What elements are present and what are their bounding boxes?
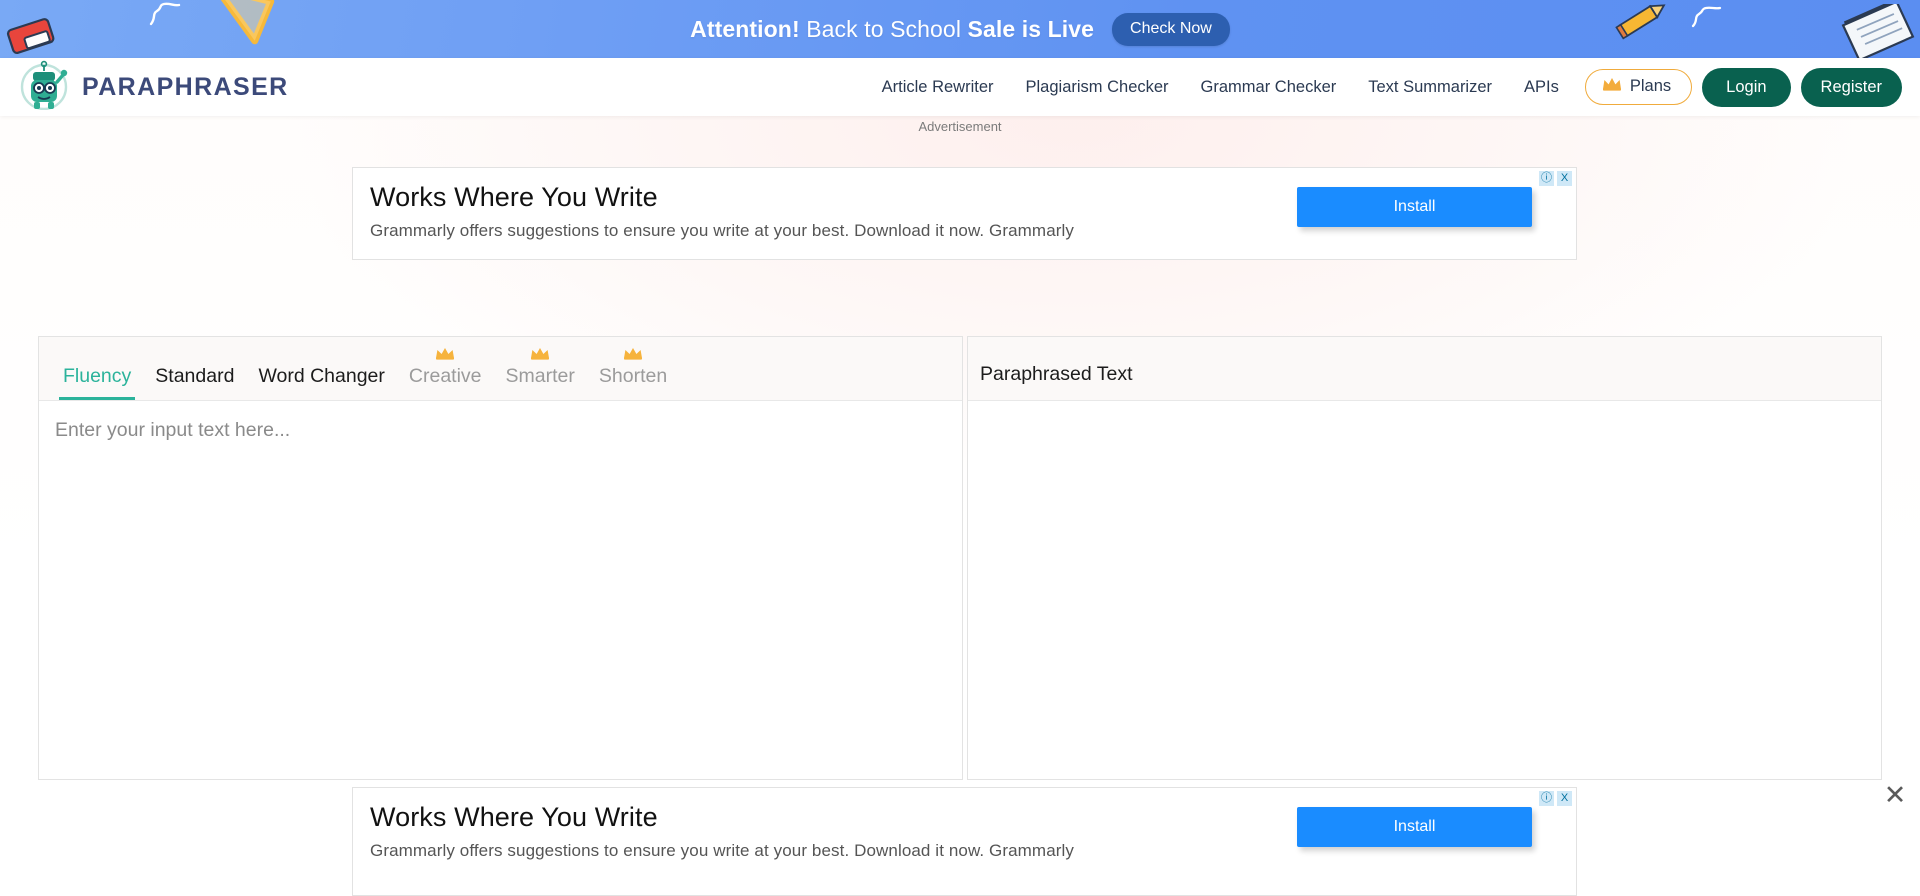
nav-item-article-rewriter[interactable]: Article Rewriter [866,58,1010,116]
plans-button[interactable]: Plans [1584,69,1693,105]
ad-badges: ⓘ X [1539,171,1572,186]
robot-mascot-icon [18,60,70,115]
tab-label: Fluency [63,364,132,387]
tab-shorten[interactable]: Shorten [587,347,679,401]
site-header: PARAPHRASER Article Rewriter Plagiarism … [0,58,1920,116]
tab-smarter[interactable]: Smarter [494,347,587,401]
ad-info-icon[interactable]: ⓘ [1539,171,1554,186]
promo-prefix: Attention! [690,15,800,42]
tab-fluency[interactable]: Fluency [51,364,143,401]
crown-icon [623,345,643,360]
crown-icon [530,345,550,360]
tab-label: Standard [155,364,235,387]
output-header: Paraphrased Text [968,337,1881,401]
crown-icon [435,345,455,360]
tab-word-changer[interactable]: Word Changer [246,364,396,401]
tab-creative[interactable]: Creative [397,347,494,401]
output-textarea[interactable] [968,401,1881,779]
tab-label: Word Changer [258,364,385,387]
ad-close-icon[interactable]: X [1557,171,1572,186]
promo-middle: Back to School [799,15,968,42]
ad-install-button[interactable]: Install [1297,807,1532,847]
main-nav: Article Rewriter Plagiarism Checker Gram… [866,58,1920,116]
nav-item-text-summarizer[interactable]: Text Summarizer [1352,58,1508,116]
ad-install-button[interactable]: Install [1297,187,1532,227]
output-panel: Paraphrased Text [967,336,1882,780]
tab-label: Creative [408,364,482,387]
input-textarea[interactable] [39,401,962,779]
ad-close-icon[interactable]: X [1557,791,1572,806]
check-now-button[interactable]: Check Now [1112,12,1230,46]
nav-item-grammar-checker[interactable]: Grammar Checker [1185,58,1353,116]
plans-label: Plans [1629,77,1672,95]
ad-info-icon[interactable]: ⓘ [1539,791,1554,806]
brand[interactable]: PARAPHRASER [0,60,289,115]
paraphraser-tool: Fluency Standard Word Changer Creative S… [38,336,1882,780]
advertisement-label: Advertisement [918,119,1002,134]
login-button[interactable]: Login [1702,67,1791,107]
register-button[interactable]: Register [1800,67,1902,107]
ad-badges: ⓘ X [1539,791,1572,806]
brand-name: PARAPHRASER [82,72,289,101]
nav-item-plagiarism-checker[interactable]: Plagiarism Checker [1010,58,1185,116]
tab-label: Shorten [598,364,668,387]
output-title: Paraphrased Text [980,363,1133,385]
close-icon[interactable]: ✕ [1878,778,1912,812]
promo-suffix: Sale is Live [967,15,1095,42]
advertisement-bottom[interactable]: ⓘ X Works Where You Write Grammarly offe… [352,787,1577,896]
tab-standard[interactable]: Standard [143,364,246,401]
advertisement-top[interactable]: ⓘ X Works Where You Write Grammarly offe… [352,167,1577,260]
mode-tabbar: Fluency Standard Word Changer Creative S… [39,337,962,401]
tab-label: Smarter [505,364,575,387]
promo-headline: Attention! Back to School Sale is Live [690,16,1094,43]
crown-icon [1602,77,1622,96]
input-panel: Fluency Standard Word Changer Creative S… [38,336,963,780]
nav-item-apis[interactable]: APIs [1508,58,1575,116]
promo-banner: Attention! Back to School Sale is Live C… [0,0,1920,58]
